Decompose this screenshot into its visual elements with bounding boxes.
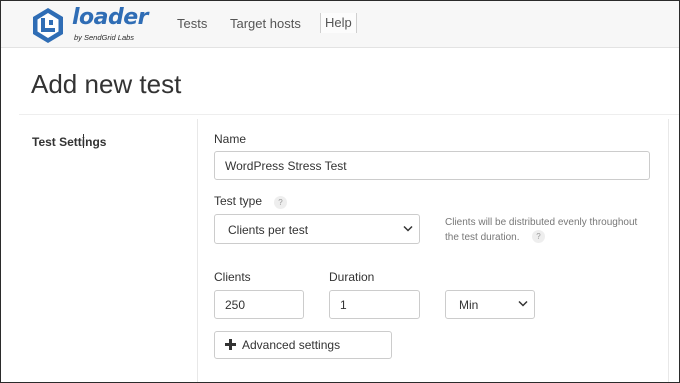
hint-help-icon[interactable]: ? [532, 230, 545, 243]
advanced-settings-label: Advanced settings [242, 338, 341, 352]
text-cursor [83, 134, 84, 148]
loader-logo-icon [33, 8, 63, 43]
test-type-selected-value: Clients per test [228, 223, 309, 237]
plus-icon [225, 339, 236, 350]
duration-unit-selected-value: Min [459, 298, 479, 312]
test-type-label: Test type [214, 194, 263, 208]
chevron-down-icon [518, 300, 528, 307]
duration-unit-select[interactable]: Min [445, 290, 535, 319]
test-type-hint: Clients will be distributed evenly throu… [445, 217, 638, 243]
app-window: loader by SendGrid Labs Tests Target hos… [0, 0, 680, 383]
nav-link-help[interactable]: Help [320, 13, 357, 33]
test-type-select[interactable]: Clients per test [214, 214, 420, 244]
brand-subtitle: by SendGrid Labs [74, 33, 135, 42]
chevron-down-icon [403, 225, 413, 232]
page-title: Add new test [31, 69, 182, 99]
top-navbar: loader by SendGrid Labs Tests Target hos… [1, 1, 679, 48]
test-name-input[interactable] [214, 151, 650, 180]
section-label-test-settings: Test Settings [32, 135, 107, 149]
duration-input[interactable] [329, 290, 420, 319]
brand-name: loader [72, 5, 149, 30]
clients-label: Clients [214, 270, 251, 284]
name-label: Name [214, 132, 247, 146]
title-divider [19, 114, 679, 115]
advanced-settings-button[interactable]: Advanced settings [214, 331, 392, 359]
duration-label: Duration [329, 270, 375, 284]
clients-input[interactable] [214, 290, 304, 319]
test-type-help-icon[interactable]: ? [274, 196, 287, 209]
nav-link-target-hosts[interactable]: Target hosts [230, 16, 301, 31]
brand-logo[interactable]: loader by SendGrid Labs [31, 5, 149, 44]
nav-link-tests[interactable]: Tests [177, 16, 207, 31]
